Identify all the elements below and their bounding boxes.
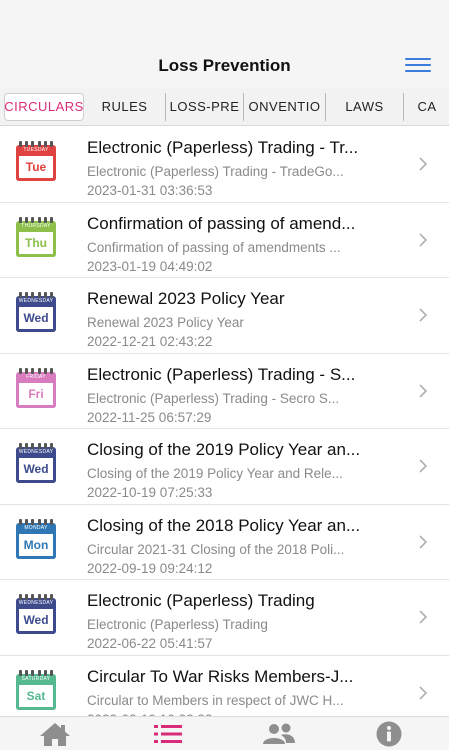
list-item[interactable]: SATURDAY Sat Circular To War Risks Members… bbox=[0, 655, 449, 716]
tab-laws[interactable]: LAWS bbox=[326, 92, 404, 121]
chevron-right-icon bbox=[419, 308, 428, 322]
page-title: Loss Prevention bbox=[158, 56, 291, 75]
calendar-icon: TUESDAY Tue bbox=[16, 141, 56, 181]
item-date: 2022-09-19 09:24:12 bbox=[87, 560, 213, 576]
people-icon bbox=[263, 723, 295, 744]
item-date: 2023-01-31 03:36:53 bbox=[87, 183, 213, 198]
nav-info[interactable] bbox=[369, 720, 409, 748]
nav-people[interactable] bbox=[259, 720, 299, 748]
calendar-day: Thu bbox=[16, 231, 56, 257]
header: Loss Prevention bbox=[0, 0, 449, 88]
calendar-icon: FRIDAY Fri bbox=[16, 367, 56, 408]
chevron-right-icon bbox=[419, 157, 428, 171]
nav-list[interactable] bbox=[148, 720, 188, 748]
calendar-icon: MONDAY Mon bbox=[16, 518, 56, 559]
tab-conventions[interactable]: ONVENTIO bbox=[244, 92, 326, 121]
calendar-day: Wed bbox=[16, 458, 56, 483]
chevron-right-icon bbox=[419, 610, 428, 624]
item-title: Electronic (Paperless) Trading bbox=[87, 591, 315, 610]
calendar-day: Wed bbox=[16, 307, 56, 332]
calendar-icon: WEDNESDAY Wed bbox=[16, 443, 56, 483]
app-screen: Loss Prevention CIRCULARS RULES LOSS-PRE… bbox=[0, 0, 449, 750]
item-title: Circular To War Risks Members-J... bbox=[87, 666, 354, 686]
item-title: Electronic (Paperless) Trading - S... bbox=[87, 364, 356, 384]
chevron-right-icon bbox=[419, 534, 428, 549]
item-subtitle: Confirmation of passing of amendments ..… bbox=[87, 239, 341, 255]
calendar-day: Mon bbox=[16, 533, 56, 559]
list-item[interactable]: MONDAY Mon Closing of the 2018 Policy Year… bbox=[0, 504, 449, 580]
circulars-list: TUESDAY Tue Electronic (Paperless) Trading… bbox=[0, 127, 449, 716]
calendar-day: Tue bbox=[16, 156, 56, 181]
item-subtitle: Circular 2021-31 Closing of the 2018 Pol… bbox=[87, 541, 345, 557]
home-icon bbox=[40, 723, 70, 746]
item-date: 2022-11-25 06:57:29 bbox=[87, 409, 212, 425]
tab-loss-prevention[interactable]: LOSS-PRE bbox=[166, 92, 244, 121]
bottom-nav bbox=[0, 716, 449, 750]
chevron-right-icon bbox=[419, 232, 428, 247]
list-item[interactable]: FRIDAY Fri Electronic (Paperless) Trading … bbox=[0, 353, 449, 429]
list-item[interactable]: THURSDAY Thu Confirmation of passing of am… bbox=[0, 202, 449, 278]
item-title: Confirmation of passing of amend... bbox=[87, 213, 356, 233]
nav-home[interactable] bbox=[35, 720, 75, 748]
item-date: 2022-10-19 07:25:33 bbox=[87, 485, 213, 500]
item-subtitle: Electronic (Paperless) Trading - Secro S… bbox=[87, 390, 340, 406]
chevron-right-icon bbox=[419, 383, 428, 398]
item-subtitle: Circular to Members in respect of JWC H.… bbox=[87, 692, 344, 708]
calendar-day: Sat bbox=[16, 684, 56, 710]
category-tabs: CIRCULARS RULES LOSS-PRE ONVENTIO LAWS C… bbox=[0, 88, 449, 126]
tab-circulars[interactable]: CIRCULARS bbox=[4, 92, 84, 121]
calendar-icon: SATURDAY Sat bbox=[16, 669, 56, 710]
calendar-icon: THURSDAY Thu bbox=[16, 216, 56, 257]
list-icon bbox=[154, 725, 182, 743]
item-title: Closing of the 2019 Policy Year an... bbox=[87, 440, 361, 459]
item-subtitle: Electronic (Paperless) Trading - TradeGo… bbox=[87, 164, 344, 179]
list-item[interactable]: WEDNESDAY Wed Renewal 2023 Policy Year Rene… bbox=[0, 278, 449, 354]
item-title: Renewal 2023 Policy Year bbox=[87, 289, 285, 308]
calendar-day: Fri bbox=[16, 382, 56, 408]
tab-ca[interactable]: CA bbox=[404, 93, 449, 121]
item-title: Electronic (Paperless) Trading - Tr... bbox=[87, 138, 359, 157]
calendar-icon: WEDNESDAY Wed bbox=[16, 594, 56, 634]
item-date: 2023-01-19 04:49:02 bbox=[87, 258, 213, 274]
calendar-icon: WEDNESDAY Wed bbox=[16, 292, 56, 332]
chevron-right-icon bbox=[419, 685, 428, 700]
item-title: Closing of the 2018 Policy Year an... bbox=[87, 515, 361, 535]
tab-rules[interactable]: RULES bbox=[84, 92, 166, 121]
item-date: 2022-12-21 02:43:22 bbox=[87, 334, 213, 349]
item-subtitle: Electronic (Paperless) Trading bbox=[87, 617, 268, 632]
item-subtitle: Closing of the 2019 Policy Year and Rele… bbox=[87, 466, 343, 481]
list-item[interactable]: WEDNESDAY Wed Closing of the 2019 Policy Y… bbox=[0, 429, 449, 505]
chevron-right-icon bbox=[419, 459, 428, 473]
list-item[interactable]: WEDNESDAY Wed Electronic (Paperless) Tradi… bbox=[0, 580, 449, 656]
item-date: 2022-06-22 05:41:57 bbox=[87, 636, 213, 651]
menu-icon[interactable] bbox=[405, 58, 431, 76]
calendar-day: Wed bbox=[16, 609, 56, 634]
item-subtitle: Renewal 2023 Policy Year bbox=[87, 315, 244, 330]
list-item[interactable]: TUESDAY Tue Electronic (Paperless) Trading… bbox=[0, 127, 449, 203]
info-icon bbox=[376, 721, 402, 747]
